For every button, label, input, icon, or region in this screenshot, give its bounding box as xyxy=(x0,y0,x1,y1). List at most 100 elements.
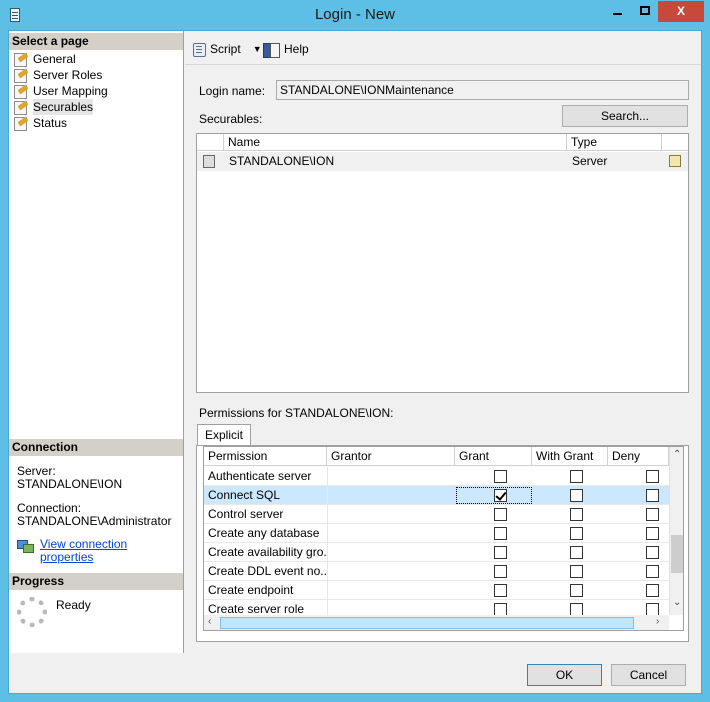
permissions-vertical-scrollbar[interactable]: ⌃ ⌄ xyxy=(669,447,683,615)
permission-row[interactable]: Control server xyxy=(204,505,669,524)
script-button[interactable]: Script ▼ xyxy=(191,41,262,57)
permission-grantor xyxy=(327,467,455,486)
deny-checkbox[interactable] xyxy=(646,546,659,559)
minimize-icon xyxy=(613,13,622,15)
permissions-label: Permissions for STANDALONE\ION: xyxy=(199,406,394,420)
securables-rowselector-header xyxy=(197,134,224,151)
maximize-button[interactable] xyxy=(631,1,658,22)
scroll-right-arrow-icon[interactable]: › xyxy=(656,616,659,627)
help-label: Help xyxy=(284,42,309,56)
permissions-header-grant[interactable]: Grant xyxy=(455,447,532,466)
permission-row[interactable]: Connect SQL xyxy=(204,486,669,505)
securables-grid[interactable]: Name Type STANDALONE\ION Server xyxy=(196,133,689,393)
grant-checkbox[interactable] xyxy=(494,470,507,483)
ok-button[interactable]: OK xyxy=(527,664,602,686)
row-selector-icon[interactable] xyxy=(197,152,224,171)
permissions-header-with-grant[interactable]: With Grant xyxy=(532,447,608,466)
help-book-icon xyxy=(263,42,280,58)
securables-header-type[interactable]: Type xyxy=(567,134,662,151)
progress-header: Progress xyxy=(9,573,183,590)
script-dropdown-arrow-icon[interactable]: ▼ xyxy=(253,41,262,57)
scroll-down-arrow-icon[interactable]: ⌄ xyxy=(673,597,681,608)
with-grant-checkbox[interactable] xyxy=(570,584,583,597)
sidebar-item[interactable]: Securables xyxy=(13,99,94,115)
with-grant-checkbox[interactable] xyxy=(570,546,583,559)
with-grant-checkbox[interactable] xyxy=(570,565,583,578)
securables-row[interactable]: STANDALONE\ION Server xyxy=(197,152,688,171)
permissions-header-grantor[interactable]: Grantor xyxy=(327,447,455,466)
connection-value: STANDALONE\Administrator xyxy=(17,514,172,528)
close-button[interactable]: X xyxy=(658,1,704,22)
help-button[interactable]: Help xyxy=(263,41,309,58)
deny-checkbox[interactable] xyxy=(646,470,659,483)
search-button[interactable]: Search... xyxy=(562,105,688,127)
dialog-client-area: Select a page General Server Roles User Ma… xyxy=(8,30,702,694)
progress-spinner-icon xyxy=(17,597,47,627)
permission-grantor xyxy=(327,562,455,581)
server-value: STANDALONE\ION xyxy=(17,477,123,491)
minimize-button[interactable] xyxy=(604,1,631,22)
sidebar-item-label: General xyxy=(33,52,76,66)
sidebar-item-label: Status xyxy=(33,116,68,130)
permission-row[interactable]: Create DDL event no... xyxy=(204,562,669,581)
deny-checkbox[interactable] xyxy=(646,489,659,502)
permissions-grid[interactable]: Permission Grantor Grant With Grant Deny… xyxy=(203,446,684,631)
grant-checkbox[interactable] xyxy=(494,527,507,540)
with-grant-checkbox[interactable] xyxy=(570,527,583,540)
view-connection-properties-link[interactable]: View connection properties xyxy=(40,538,183,564)
permission-name: Create DDL event no... xyxy=(208,564,327,578)
permission-row[interactable]: Create availability gro... xyxy=(204,543,669,562)
permission-row[interactable]: Create any database xyxy=(204,524,669,543)
progress-status: Ready xyxy=(56,598,91,612)
permission-name: Authenticate server xyxy=(208,469,312,483)
page-icon xyxy=(13,52,29,67)
scroll-left-arrow-icon[interactable]: ‹ xyxy=(208,616,211,627)
with-grant-checkbox[interactable] xyxy=(570,489,583,502)
securable-name: STANDALONE\ION xyxy=(229,154,335,168)
securables-header-name[interactable]: Name xyxy=(224,134,567,151)
scroll-up-arrow-icon[interactable]: ⌃ xyxy=(673,449,681,460)
deny-checkbox[interactable] xyxy=(646,508,659,521)
with-grant-checkbox[interactable] xyxy=(570,470,583,483)
sidebar-item-label: User Mapping xyxy=(33,84,108,98)
with-grant-checkbox[interactable] xyxy=(570,508,583,521)
permissions-horizontal-scrollbar[interactable]: ‹ › xyxy=(204,615,669,630)
page-icon xyxy=(13,116,29,131)
page-icon xyxy=(13,68,29,83)
permission-grantor xyxy=(327,581,455,600)
sidebar-item[interactable]: General xyxy=(13,51,76,67)
cancel-button[interactable]: Cancel xyxy=(611,664,686,686)
horizontal-scroll-thumb[interactable] xyxy=(220,617,634,629)
sidebar-item-label: Securables xyxy=(33,99,94,115)
grant-checkbox[interactable] xyxy=(494,508,507,521)
permission-name: Create any database xyxy=(208,526,320,540)
connection-properties-icon xyxy=(17,538,34,553)
permission-row[interactable]: Authenticate server xyxy=(204,467,669,486)
sidebar-item[interactable]: Server Roles xyxy=(13,67,102,83)
grant-checkbox[interactable] xyxy=(494,565,507,578)
permissions-header-deny[interactable]: Deny xyxy=(608,447,669,466)
script-icon xyxy=(191,42,207,57)
grant-checkbox[interactable] xyxy=(494,546,507,559)
tab-explicit[interactable]: Explicit xyxy=(197,424,252,446)
grant-checkbox[interactable] xyxy=(494,489,507,502)
securable-type: Server xyxy=(572,154,608,168)
server-row-icon xyxy=(203,155,215,168)
deny-checkbox[interactable] xyxy=(646,527,659,540)
deny-checkbox[interactable] xyxy=(646,565,659,578)
maximize-icon xyxy=(639,6,650,15)
permission-row[interactable]: Create endpoint xyxy=(204,581,669,600)
explicit-tab-panel: Permission Grantor Grant With Grant Deny… xyxy=(196,445,689,642)
sidebar-item[interactable]: Status xyxy=(13,115,67,131)
vertical-scroll-thumb[interactable] xyxy=(671,535,683,573)
sidebar-item[interactable]: User Mapping xyxy=(13,83,108,99)
title-bar[interactable]: Login - New X xyxy=(0,0,710,30)
deny-checkbox[interactable] xyxy=(646,584,659,597)
login-new-dialog: Login - New X Select a page General Serve… xyxy=(0,0,710,702)
permissions-header-permission[interactable]: Permission xyxy=(204,447,327,466)
login-name-label: Login name: xyxy=(199,84,266,98)
login-name-field[interactable]: STANDALONE\IONMaintenance xyxy=(276,80,689,100)
grant-checkbox[interactable] xyxy=(494,584,507,597)
edit-securable-icon[interactable] xyxy=(667,152,683,171)
securables-label: Securables: xyxy=(199,112,263,126)
